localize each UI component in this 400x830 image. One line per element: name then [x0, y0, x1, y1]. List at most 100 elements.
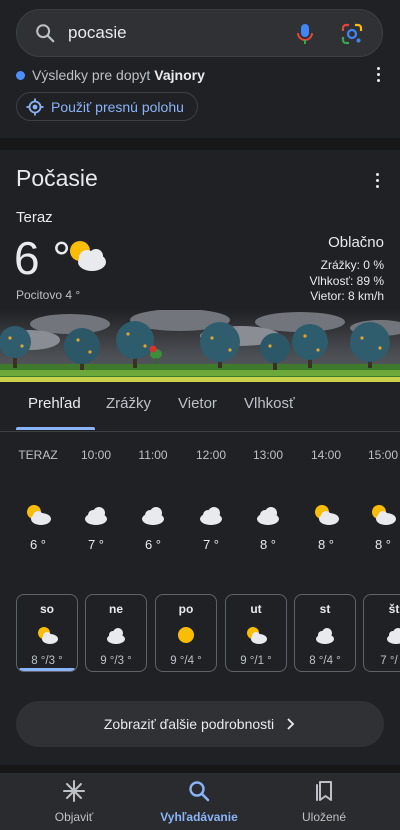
hour-temp: 8 °	[374, 537, 392, 552]
partly-cloudy-icon	[247, 627, 267, 644]
hour-label: 15:00	[367, 448, 399, 462]
microphone-icon[interactable]	[294, 22, 316, 46]
day-label: ut	[250, 602, 262, 616]
hour-label: TERAZ	[18, 448, 58, 462]
condition-label: Oblačno	[328, 234, 384, 251]
daily-forecast: so 8 °/3 ° ne 9 °/3 ° po 9 °/4 ° ut 9 °/…	[0, 594, 400, 674]
tab-overview[interactable]: Prehľad	[28, 382, 81, 432]
day-label: po	[178, 602, 194, 616]
hour-label: 13:00	[252, 448, 284, 462]
divider	[0, 138, 400, 150]
partly-cloudy-icon	[27, 505, 51, 525]
divider	[0, 765, 400, 773]
day-label: st	[319, 602, 331, 616]
search-query[interactable]: pocasie	[68, 23, 127, 43]
nav-search-label: Vyhľadávanie	[160, 810, 238, 824]
location-prefix: Výsledky pre dopyt	[32, 67, 151, 83]
day-temp: 9 °/1 °	[240, 655, 272, 667]
cloud-icon	[257, 507, 279, 525]
weather-card: Počasie Teraz 6 ° Pocitovo 4 ° Oblačno Z…	[0, 150, 400, 765]
hour-label: 11:00	[138, 448, 168, 462]
day-card[interactable]: po 9 °/4 °	[155, 594, 217, 672]
active-tab-indicator	[16, 427, 95, 430]
more-options-icon[interactable]	[368, 64, 388, 84]
precipitation: Zrážky: 0 %	[320, 258, 384, 272]
day-temp: 9 °/4 °	[170, 655, 202, 667]
crosshair-icon	[26, 98, 44, 115]
day-temp: 7 °/	[380, 655, 398, 667]
hour-item: 13:00 8 °	[240, 446, 296, 552]
day-label: so	[39, 602, 54, 616]
sun-icon	[178, 627, 194, 643]
location-place[interactable]: Vajnory	[154, 67, 205, 83]
hour-item: TERAZ 6 °	[10, 446, 66, 552]
day-card[interactable]: so 8 °/3 °	[16, 594, 78, 672]
hour-temp: 7 °	[87, 537, 105, 552]
tab-wind[interactable]: Vietor	[178, 382, 217, 432]
nav-search[interactable]: Vyhľadávanie	[139, 779, 259, 824]
location-dot-icon	[16, 70, 25, 80]
day-card[interactable]: št 7 °/	[363, 594, 400, 672]
precise-location-label: Použiť presnú polohu	[51, 98, 184, 115]
current-temperature: 6 °	[14, 232, 71, 284]
weather-title: Počasie	[16, 165, 98, 191]
day-temp: 9 °/3 °	[100, 655, 132, 667]
hour-item: 15:00 8 °	[355, 446, 400, 552]
cloud-icon	[107, 628, 125, 644]
tab-humidity[interactable]: Vlhkosť	[244, 382, 295, 432]
use-precise-location-button[interactable]: Použiť presnú polohu	[16, 92, 198, 121]
humidity: Vlhkosť: 89 %	[309, 273, 384, 288]
hour-item: 10:00 7 °	[68, 446, 124, 552]
cloud-icon	[200, 507, 222, 525]
partly-cloudy-icon	[315, 505, 339, 525]
day-card[interactable]: ut 9 °/1 °	[225, 594, 287, 672]
location-line: Výsledky pre dopyt Vajnory	[16, 66, 386, 84]
weather-scene-illustration	[0, 310, 400, 382]
hour-temp: 7 °	[202, 537, 220, 552]
hour-label: 12:00	[195, 448, 227, 462]
day-temp: 8 °/3 °	[31, 655, 63, 667]
cloud-icon	[316, 628, 334, 644]
hourly-forecast: TERAZ 6 ° 10:00 7 ° 11:00 6 ° 12:00 7 ° …	[0, 446, 400, 571]
search-bar[interactable]: pocasie	[16, 9, 383, 57]
asterisk-icon	[63, 780, 85, 802]
chevron-right-icon	[287, 718, 295, 730]
hour-item: 14:00 8 °	[298, 446, 354, 552]
show-more-label: Zobraziť ďalšie podrobnosti	[103, 716, 275, 732]
bottom-navigation: Objaviť Vyhľadávanie Uložené	[0, 773, 400, 830]
cloud-icon	[387, 628, 400, 644]
day-card[interactable]: st 8 °/4 °	[294, 594, 356, 672]
bookmarks-icon	[316, 781, 332, 801]
partly-cloudy-icon	[38, 627, 58, 644]
tab-precipitation[interactable]: Zrážky	[106, 382, 151, 432]
google-lens-icon[interactable]	[340, 22, 364, 46]
cloud-icon	[85, 507, 107, 525]
cloud-icon	[142, 507, 164, 525]
weather-tabs: Prehľad Zrážky Vietor Vlhkosť	[0, 382, 400, 432]
search-icon	[189, 781, 210, 802]
hour-temp: 6 °	[29, 537, 47, 552]
nav-discover-label: Objaviť	[54, 810, 94, 824]
weather-details: Zrážky: 0 % Vlhkosť: 89 % Vietor: 8 km/h	[309, 258, 384, 305]
feels-like: Pocitovo 4 °	[16, 288, 81, 302]
now-label: Teraz	[16, 209, 53, 226]
day-temp: 8 °/4 °	[309, 655, 341, 667]
day-label: ne	[108, 602, 123, 616]
show-more-details-button[interactable]: Zobraziť ďalšie podrobnosti	[16, 701, 384, 747]
search-header: pocasie Výsledky pre dopyt Vajnory Použi…	[0, 0, 400, 138]
nav-saved-label: Uložené	[301, 810, 347, 824]
day-card[interactable]: ne 9 °/3 °	[85, 594, 147, 672]
day-label: št	[388, 602, 400, 616]
weather-more-options-icon[interactable]	[367, 170, 387, 190]
hour-temp: 6 °	[144, 537, 162, 552]
search-icon	[36, 24, 55, 43]
nav-discover[interactable]: Objaviť	[14, 779, 134, 824]
nav-saved[interactable]: Uložené	[264, 779, 384, 824]
partly-cloudy-icon	[372, 505, 396, 525]
wind: Vietor: 8 km/h	[310, 289, 384, 303]
hour-item: 12:00 7 °	[183, 446, 239, 552]
hour-label: 14:00	[310, 448, 342, 462]
partly-cloudy-icon	[70, 241, 106, 271]
hour-item: 11:00 6 °	[125, 446, 181, 552]
hour-label: 10:00	[80, 448, 112, 462]
